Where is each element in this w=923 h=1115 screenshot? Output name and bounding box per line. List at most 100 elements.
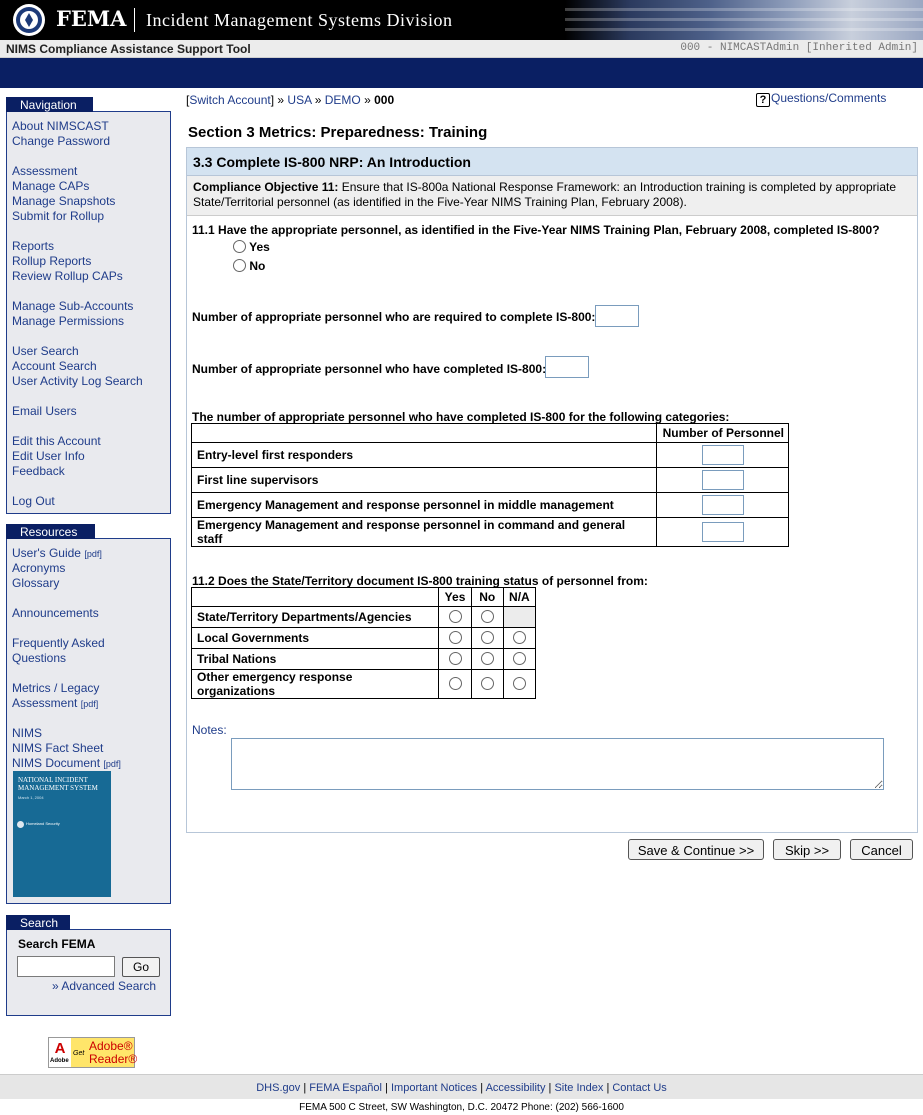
res-faq-line1[interactable]: Frequently Asked: [12, 636, 105, 650]
table-row: Emergency Management and response person…: [191, 492, 789, 518]
category-label: Emergency Management and response person…: [191, 517, 657, 547]
category-count-input[interactable]: [701, 522, 744, 542]
questions-comments-link[interactable]: Questions/Comments: [771, 91, 886, 105]
yes-radio[interactable]: [448, 677, 462, 690]
questions-comments[interactable]: ? Questions/Comments: [756, 91, 886, 107]
save-continue-button[interactable]: Save & Continue >>: [628, 839, 764, 860]
breadcrumb-demo[interactable]: DEMO: [325, 93, 361, 107]
res-nims-document[interactable]: NIMS Document [pdf]: [12, 756, 121, 770]
advanced-search-link[interactable]: » Advanced Search: [52, 979, 156, 993]
search-input[interactable]: [17, 956, 115, 977]
no-radio[interactable]: [480, 677, 494, 690]
q111-yes-option[interactable]: Yes: [233, 240, 270, 254]
nav-manage-sub-accounts[interactable]: Manage Sub-Accounts: [12, 299, 133, 313]
nav-submit-for-rollup[interactable]: Submit for Rollup: [12, 209, 104, 223]
res-assessment[interactable]: Assessment [pdf]: [12, 696, 98, 710]
res-acronyms[interactable]: Acronyms: [12, 561, 65, 575]
nav-edit-this-account[interactable]: Edit this Account: [12, 434, 101, 448]
switch-account-link[interactable]: Switch Account: [189, 93, 270, 107]
fema-brand[interactable]: FEMA: [56, 6, 126, 31]
get-adobe-reader-badge[interactable]: A Adobe Get Adobe® Reader®: [48, 1037, 138, 1068]
nav-edit-user-info[interactable]: Edit User Info: [12, 449, 85, 463]
no-radio[interactable]: [480, 631, 494, 644]
adobe-reader-text2: Reader®: [89, 1052, 138, 1066]
section-panel: 3.3 Complete IS-800 NRP: An Introduction…: [186, 147, 918, 833]
no-radio[interactable]: [480, 652, 494, 665]
nav-about-nimscast[interactable]: About NIMSCAST: [12, 119, 109, 133]
footer-address: FEMA 500 C Street, SW Washington, D.C. 2…: [299, 1102, 624, 1113]
footer-important-notices-link[interactable]: Important Notices: [391, 1082, 477, 1094]
org-label: Local Governments: [190, 627, 440, 649]
section-header: 3.3 Complete IS-800 NRP: An Introduction: [187, 148, 917, 176]
search-title: Search: [6, 915, 70, 930]
nims-document-cover-image[interactable]: NATIONAL INCIDENT MANAGEMENT SYSTEM Marc…: [13, 771, 111, 897]
na-radio[interactable]: [512, 652, 526, 665]
q111-yes-radio[interactable]: [233, 240, 246, 253]
question-11-1: 11.1 Have the appropriate personnel, as …: [192, 223, 880, 237]
footer-dhs-link[interactable]: DHS.gov: [256, 1082, 300, 1094]
col-na: N/A: [502, 587, 537, 607]
nav-manage-caps[interactable]: Manage CAPs: [12, 179, 89, 193]
nav-account-search[interactable]: Account Search: [12, 359, 97, 373]
nav-user-activity-log-search[interactable]: User Activity Log Search: [12, 374, 143, 388]
res-faq-line2[interactable]: Questions: [12, 651, 66, 665]
footer-contact-us-link[interactable]: Contact Us: [612, 1082, 666, 1094]
nav-review-rollup-caps[interactable]: Review Rollup CAPs: [12, 269, 123, 283]
footer-accessibility-link[interactable]: Accessibility: [486, 1082, 546, 1094]
compliance-objective: Compliance Objective 11: Ensure that IS-…: [187, 176, 917, 216]
completed-personnel-input[interactable]: [545, 356, 589, 378]
breadcrumb-usa[interactable]: USA: [287, 93, 311, 107]
na-radio[interactable]: [512, 631, 526, 644]
res-metrics-legacy[interactable]: Metrics / Legacy: [12, 681, 99, 695]
division-title: Incident Management Systems Division: [146, 10, 453, 30]
title-bar: NIMS Compliance Assistance Support Tool …: [0, 40, 923, 58]
blue-band: [0, 58, 923, 88]
table-row: Tribal Nations: [190, 648, 537, 670]
q111-no-option[interactable]: No: [233, 259, 265, 273]
res-users-guide[interactable]: User's Guide [pdf]: [12, 546, 102, 560]
question-icon: ?: [756, 93, 770, 107]
res-glossary[interactable]: Glossary: [12, 576, 59, 590]
go-button[interactable]: Go: [122, 957, 160, 977]
res-announcements[interactable]: Announcements: [12, 606, 99, 620]
na-radio[interactable]: [512, 677, 526, 690]
nav-email-users[interactable]: Email Users: [12, 404, 77, 418]
nav-rollup-reports[interactable]: Rollup Reports: [12, 254, 91, 268]
yes-radio[interactable]: [448, 610, 462, 623]
nav-manage-snapshots[interactable]: Manage Snapshots: [12, 194, 115, 208]
required-personnel-input[interactable]: [595, 305, 639, 327]
res-nims-fact-sheet[interactable]: NIMS Fact Sheet: [12, 741, 103, 755]
category-count-input[interactable]: [701, 445, 744, 465]
category-count-input[interactable]: [701, 470, 744, 490]
nav-manage-permissions[interactable]: Manage Permissions: [12, 314, 124, 328]
q111-no-radio[interactable]: [233, 259, 246, 272]
na-disabled-cell: [502, 606, 537, 628]
nav-assessment[interactable]: Assessment: [12, 164, 77, 178]
nav-change-password[interactable]: Change Password: [12, 134, 110, 148]
col-yes: Yes: [438, 587, 472, 607]
yes-radio[interactable]: [448, 631, 462, 644]
category-count-input[interactable]: [701, 495, 744, 515]
footer-fema-espanol-link[interactable]: FEMA Español: [309, 1082, 382, 1094]
nav-reports[interactable]: Reports: [12, 239, 54, 253]
completed-personnel-label: Number of appropriate personnel who have…: [192, 362, 547, 376]
yes-radio[interactable]: [448, 652, 462, 665]
cancel-button[interactable]: Cancel: [850, 839, 913, 860]
cover-date: March 1, 2004: [18, 795, 44, 800]
skip-button[interactable]: Skip >>: [773, 839, 841, 860]
adobe-get-text: Get: [73, 1050, 85, 1057]
no-radio[interactable]: [480, 610, 494, 623]
nav-user-search[interactable]: User Search: [12, 344, 79, 358]
nav-feedback[interactable]: Feedback: [12, 464, 65, 478]
pdf-tag: [pdf]: [80, 699, 99, 709]
dhs-seal-icon: [17, 821, 24, 828]
categories-label: The number of appropriate personnel who …: [192, 410, 730, 424]
breadcrumb: [Switch Account] » USA » DEMO » 000: [186, 93, 395, 107]
pdf-tag: [pdf]: [84, 549, 102, 559]
nav-log-out[interactable]: Log Out: [12, 494, 55, 508]
footer-site-index-link[interactable]: Site Index: [554, 1082, 603, 1094]
res-nims[interactable]: NIMS: [12, 726, 42, 740]
notes-textarea[interactable]: [231, 738, 884, 790]
app-name: NIMS Compliance Assistance Support Tool: [6, 42, 251, 56]
current-user: 000 - NIMCASTAdmin [Inherited Admin]: [680, 42, 918, 54]
